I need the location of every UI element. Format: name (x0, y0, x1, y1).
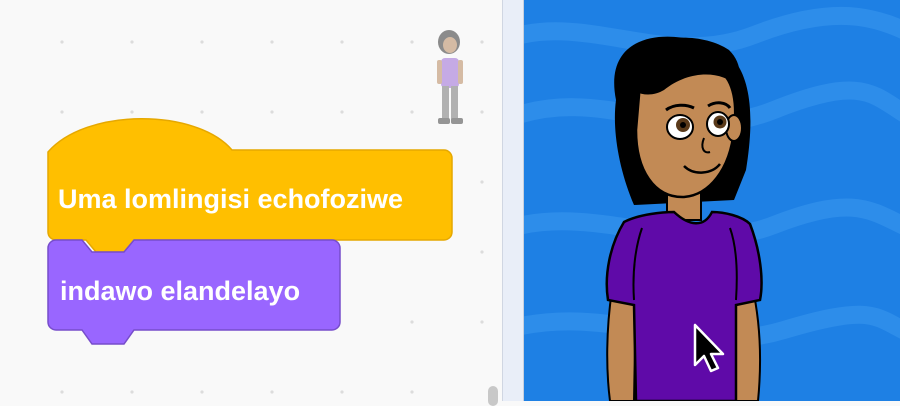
character-sprite (605, 36, 763, 401)
stage-scene (524, 6, 900, 401)
command-block-label: indawo elandelayo (60, 276, 301, 306)
workspace-scrollbar[interactable] (488, 386, 498, 406)
code-workspace[interactable]: Uma lomlingisi echofoziwe indawo elandel… (0, 0, 502, 406)
stage[interactable] (524, 0, 900, 401)
panel-divider (502, 0, 524, 401)
hat-block-label: Uma lomlingisi echofoziwe (58, 184, 404, 214)
